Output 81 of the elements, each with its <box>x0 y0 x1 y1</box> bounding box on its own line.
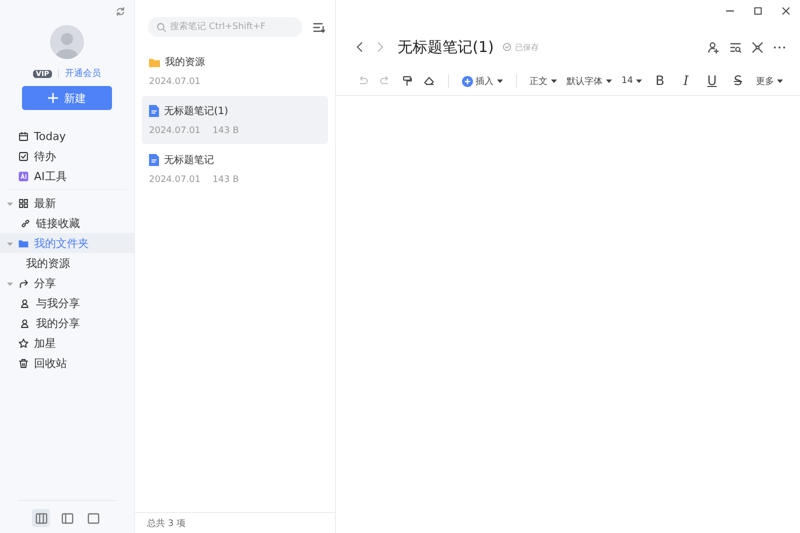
strikethrough-button[interactable]: S <box>726 71 750 91</box>
ai-icon <box>18 170 29 182</box>
underline-button[interactable]: U <box>700 71 724 91</box>
nav-item[interactable]: 与我分享 <box>0 293 134 313</box>
note-date: 2024.07.01 <box>149 77 201 87</box>
redo-icon <box>378 75 391 87</box>
format-dropdown[interactable]: 更多 <box>751 71 788 91</box>
caret-icon <box>7 200 13 206</box>
nav-item[interactable]: 最新 <box>0 193 134 213</box>
layout-icon <box>60 512 74 524</box>
note-item[interactable]: 我的资源 2024.07.01 <box>142 47 328 95</box>
caret-icon <box>606 78 612 84</box>
new-button[interactable]: 新建 <box>22 86 112 110</box>
trash-icon <box>18 358 29 368</box>
note-size: 143 B <box>212 175 239 185</box>
maximize-icon <box>753 6 763 16</box>
folder-icon <box>149 56 160 68</box>
document-icon <box>149 105 159 117</box>
nav-item[interactable]: 链接收藏 <box>0 213 134 233</box>
note-item[interactable]: 无标题笔记(1) 2024.07.01 143 B <box>142 96 328 144</box>
document-icon <box>149 154 159 166</box>
save-status: 已保存 <box>514 42 539 52</box>
outline-button[interactable] <box>729 40 742 54</box>
vip-link[interactable]: 开通会员 <box>65 67 102 80</box>
note-size: 143 B <box>212 126 239 136</box>
layout-icon <box>34 512 48 524</box>
format-dropdown[interactable]: 默认字体 <box>562 71 617 91</box>
calendar-icon <box>18 130 29 142</box>
sort-button[interactable] <box>312 20 325 34</box>
outline-search-icon <box>729 40 742 54</box>
item-count: 总共 3 项 <box>147 519 186 529</box>
link-icon <box>20 218 31 228</box>
user-icon <box>20 318 31 328</box>
bold-button[interactable]: B <box>648 71 672 91</box>
insert-button[interactable]: 插入 <box>456 71 508 91</box>
folder-icon <box>18 238 29 248</box>
grid-icon <box>18 198 29 208</box>
note-title: 无标题笔记 <box>164 154 214 167</box>
note-date: 2024.07.01 <box>149 175 201 185</box>
layout-icon <box>86 512 100 524</box>
refresh-icon <box>115 6 126 17</box>
caret-icon <box>777 78 783 84</box>
nav-item[interactable]: 我的资源 <box>0 253 134 273</box>
network-icon <box>751 40 764 54</box>
note-date: 2024.07.01 <box>149 126 201 136</box>
caret-icon <box>550 78 557 84</box>
sort-icon <box>312 20 325 34</box>
nav-item[interactable]: AI工具 <box>0 166 134 186</box>
eraser-icon <box>422 75 435 87</box>
paint-roller-icon <box>400 75 413 87</box>
plus-icon <box>48 93 58 103</box>
nav-item[interactable]: 待办 <box>0 146 134 166</box>
nav-item[interactable]: 回收站 <box>0 353 134 373</box>
nav-item[interactable]: 分享 <box>0 273 134 293</box>
caret-icon <box>496 78 503 84</box>
caret-icon <box>7 240 13 246</box>
add-user-icon <box>707 40 720 54</box>
italic-button[interactable]: I <box>674 71 698 91</box>
star-icon <box>18 338 29 348</box>
caret-icon <box>636 78 642 84</box>
caret-icon <box>7 280 13 286</box>
format-dropdown[interactable]: 正文 <box>524 71 562 91</box>
note-item[interactable]: 无标题笔记 2024.07.01 143 B <box>142 145 328 193</box>
check-circle-icon <box>502 42 512 52</box>
plus-icon <box>462 76 473 86</box>
checkbox-icon <box>18 150 29 162</box>
share-button[interactable] <box>707 40 720 54</box>
note-title: 无标题笔记(1) <box>398 38 494 56</box>
nav-item[interactable]: 我的分享 <box>0 313 134 333</box>
user-icon <box>20 298 31 308</box>
nav-item[interactable]: 加星 <box>0 333 134 353</box>
mind-map-button[interactable] <box>751 40 764 54</box>
share-icon <box>18 278 29 288</box>
format-dropdown[interactable]: 14 <box>616 71 647 91</box>
nav-item[interactable]: Today <box>0 126 134 146</box>
search-icon <box>156 22 167 33</box>
search-field[interactable]: 搜索笔记 Ctrl+Shift+F <box>148 17 302 37</box>
note-title: 无标题笔记(1) <box>164 104 228 118</box>
note-title: 我的资源 <box>165 56 205 69</box>
layout-button[interactable] <box>32 509 50 527</box>
close-icon <box>781 6 791 16</box>
